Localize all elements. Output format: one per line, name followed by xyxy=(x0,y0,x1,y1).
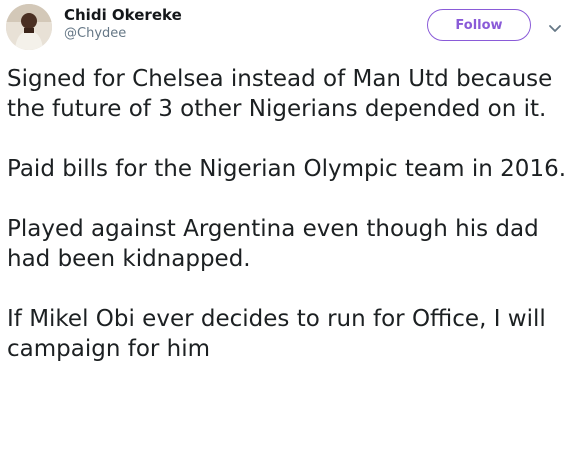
user-handle[interactable]: @Chydee xyxy=(64,26,182,42)
tweet-header: Chidi Okereke @Chydee Follow xyxy=(0,0,574,56)
tweet-paragraph: Played against Argentina even though his… xyxy=(7,216,539,272)
follow-button[interactable]: Follow xyxy=(427,9,531,41)
display-name[interactable]: Chidi Okereke xyxy=(64,6,182,24)
tweet-paragraph: Signed for Chelsea instead of Man Utd be… xyxy=(7,66,553,122)
chevron-down-icon[interactable] xyxy=(548,19,562,32)
tweet-paragraph: Paid bills for the Nigerian Olympic team… xyxy=(7,156,567,182)
tweet-paragraph: If Mikel Obi ever decides to run for Off… xyxy=(7,306,546,362)
profile-photo-icon xyxy=(6,4,52,50)
tweet-text: Signed for Chelsea instead of Man Utd be… xyxy=(7,64,567,364)
chevron-down-icon-svg xyxy=(549,25,561,32)
user-meta: Chidi Okereke @Chydee xyxy=(64,6,182,42)
avatar[interactable] xyxy=(6,4,52,50)
